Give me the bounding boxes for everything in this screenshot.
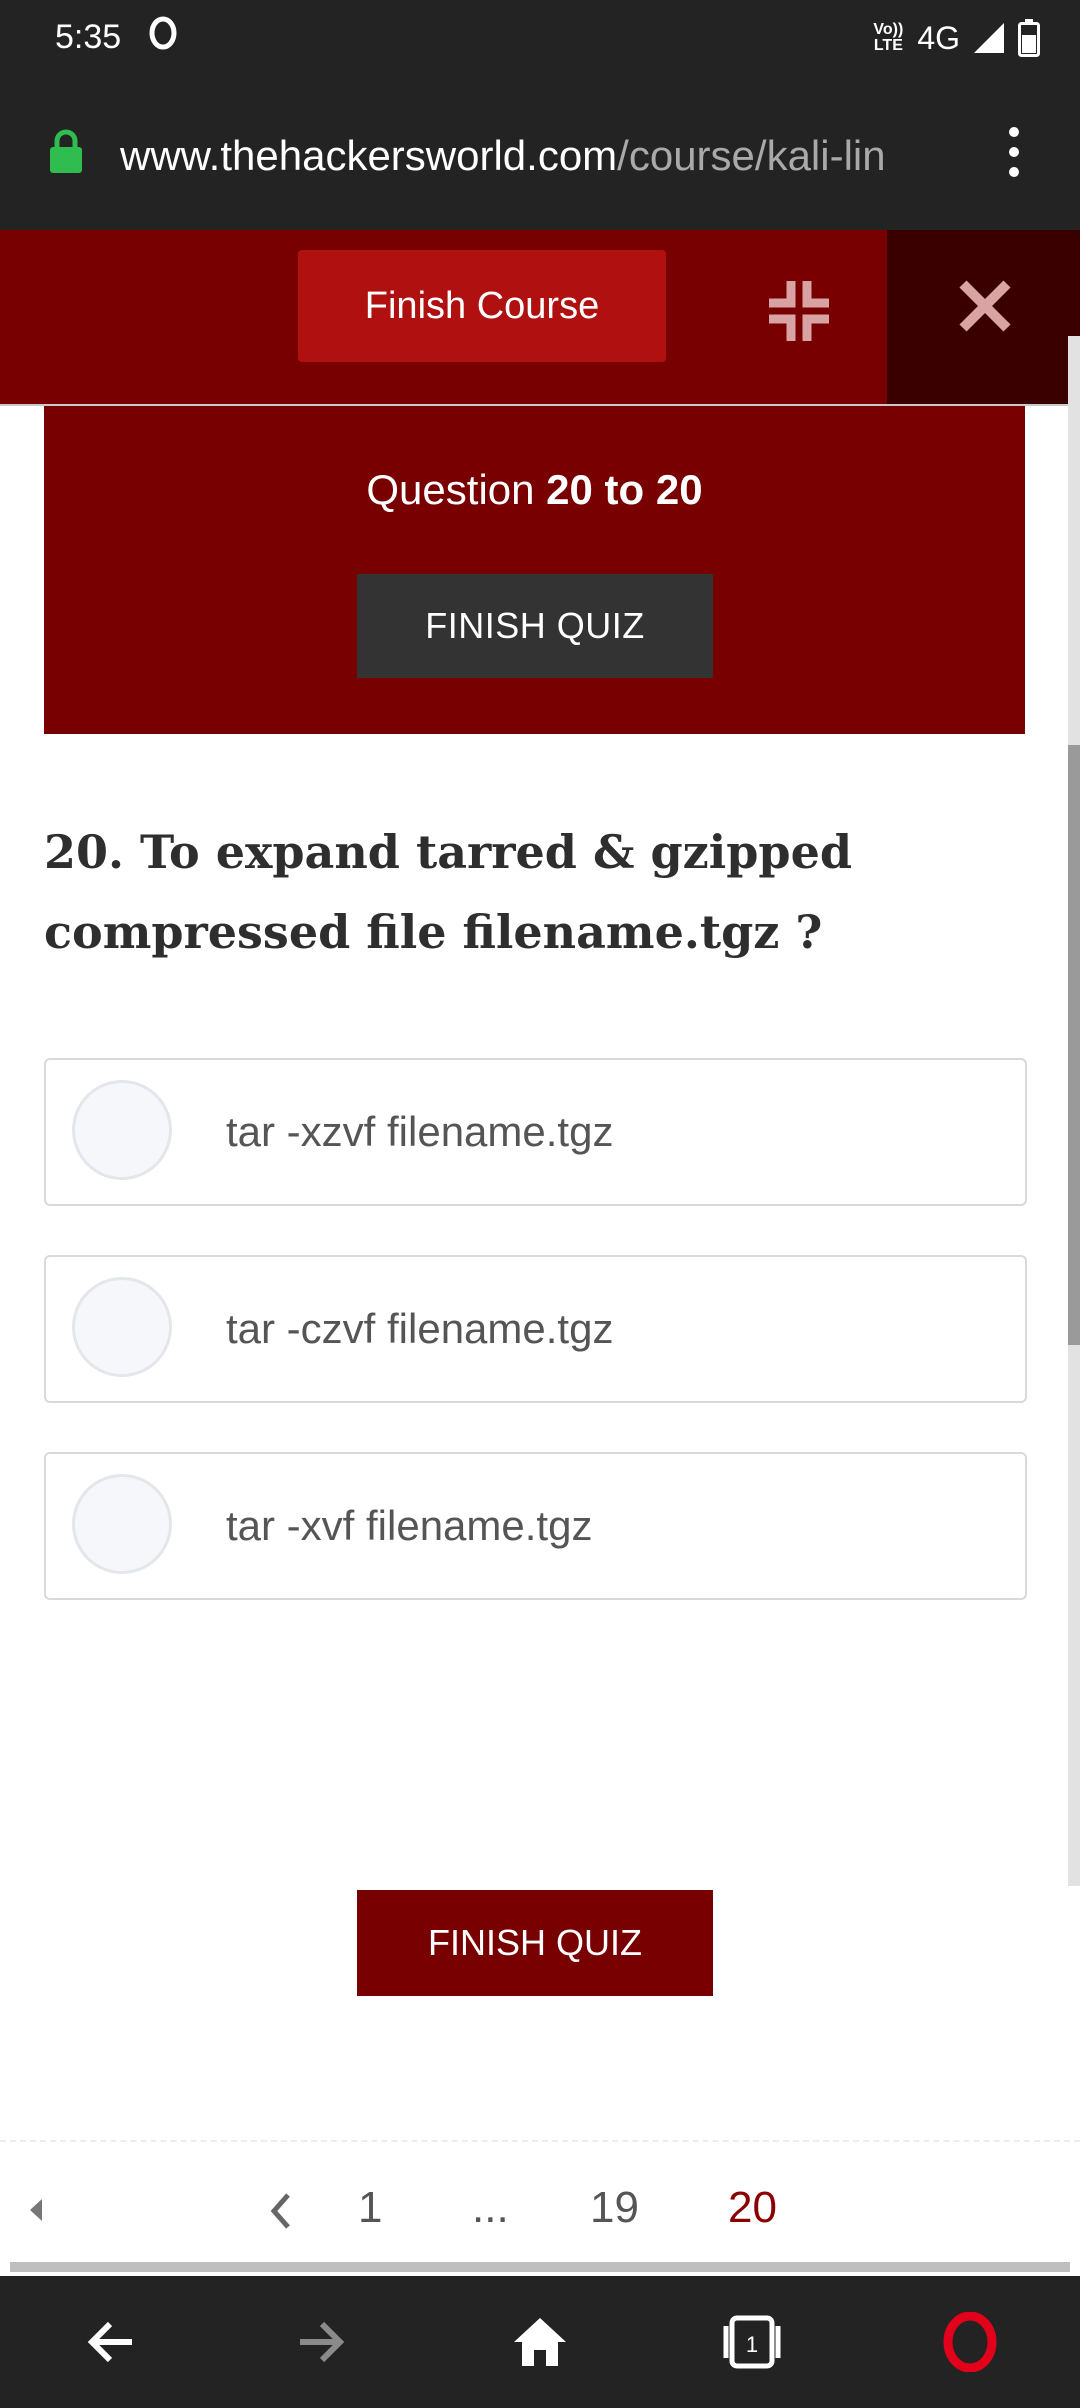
- opera-menu-icon[interactable]: [940, 2312, 1000, 2372]
- tabs-icon[interactable]: 1: [722, 2312, 782, 2372]
- question-text: 20. To expand tarred & gzipped compresse…: [44, 825, 853, 959]
- radio-button[interactable]: [72, 1277, 172, 1377]
- close-course-button[interactable]: [887, 230, 1080, 404]
- answer-option-label: tar -xvf filename.tgz: [226, 1502, 593, 1549]
- page-link-19[interactable]: 19: [590, 2183, 639, 2233]
- network-type: 4G: [917, 19, 960, 56]
- answer-option-3[interactable]: tar -xvf filename.tgz: [44, 1452, 1027, 1600]
- answer-option-label: tar -xzvf filename.tgz: [226, 1108, 614, 1155]
- finish-course-button[interactable]: Finish Course: [298, 250, 666, 362]
- signal-icon: [974, 23, 1004, 53]
- quiz-header: Question 20 to 20 FINISH QUIZ: [44, 406, 1025, 734]
- svg-text:1: 1: [746, 2332, 758, 2357]
- browser-nav-bar: 1: [0, 2276, 1080, 2408]
- status-indicators: Vo)) LTE 4G: [873, 14, 1040, 62]
- url-path: /course/kali-lin: [617, 132, 886, 179]
- close-icon: [959, 280, 1011, 332]
- status-time: 5:35: [55, 18, 122, 56]
- horizontal-scrollbar[interactable]: [10, 2262, 1070, 2272]
- answer-option-label: tar -czvf filename.tgz: [226, 1305, 614, 1352]
- url-text[interactable]: www.thehackersworld.com/course/kali-lin: [120, 128, 960, 184]
- course-header: Finish Course: [0, 230, 1080, 404]
- scroll-left-icon[interactable]: [28, 2197, 44, 2223]
- radio-button[interactable]: [72, 1474, 172, 1574]
- answer-option-1[interactable]: tar -xzvf filename.tgz: [44, 1058, 1027, 1206]
- pagination-divider: [0, 2140, 1080, 2142]
- page-link-20-current[interactable]: 20: [728, 2183, 777, 2233]
- forward-icon[interactable]: [292, 2312, 352, 2372]
- pagination: 1 ... 19 20: [0, 2175, 1080, 2250]
- question-range: Question 20 to 20: [366, 466, 703, 513]
- back-icon[interactable]: [80, 2312, 140, 2372]
- status-bar: 5:35 Vo)) LTE 4G: [0, 0, 1080, 76]
- overflow-menu-icon[interactable]: [1000, 124, 1028, 180]
- lock-icon: [50, 129, 82, 173]
- finish-quiz-button-bottom[interactable]: FINISH QUIZ: [357, 1890, 713, 1996]
- opera-notification-icon: [149, 16, 177, 50]
- url-domain: www.thehackersworld.com: [120, 132, 618, 179]
- previous-page-icon[interactable]: [268, 2191, 292, 2231]
- page-ellipsis: ...: [472, 2183, 509, 2232]
- collapse-icon[interactable]: [765, 277, 833, 345]
- battery-icon: [1018, 19, 1040, 57]
- home-icon[interactable]: [510, 2312, 570, 2372]
- answer-option-2[interactable]: tar -czvf filename.tgz: [44, 1255, 1027, 1403]
- page-link-1[interactable]: 1: [358, 2183, 382, 2233]
- radio-button[interactable]: [72, 1080, 172, 1180]
- finish-quiz-button-top[interactable]: FINISH QUIZ: [357, 574, 713, 678]
- scrollbar-thumb[interactable]: [1068, 745, 1080, 1345]
- volte-icon: Vo)) LTE: [873, 21, 904, 54]
- browser-url-bar[interactable]: www.thehackersworld.com/course/kali-lin: [0, 76, 1080, 230]
